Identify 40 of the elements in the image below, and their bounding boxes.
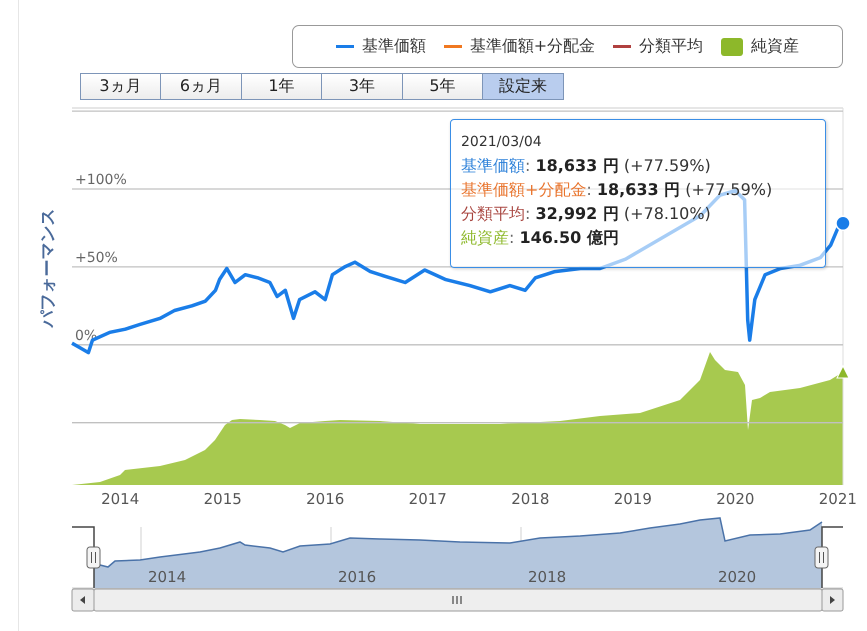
axis-label: 2014	[148, 568, 186, 586]
right-handle-icon[interactable]	[814, 546, 828, 568]
scrollbar-thumb[interactable]	[94, 588, 822, 612]
range-button[interactable]: 設定来	[482, 73, 564, 100]
range-button[interactable]: 1年	[240, 73, 322, 100]
right-arrow-icon	[830, 596, 835, 604]
legend-label[interactable]: 基準価額	[362, 36, 426, 57]
axis-label: 2015	[204, 490, 242, 508]
point-marker-icon	[835, 216, 851, 232]
tooltip-date: 2021/03/04	[461, 133, 543, 152]
left-handle-icon[interactable]	[86, 546, 100, 568]
tooltip-row-text: 基準価額+分配金: 18,633 円 (+77.59%)	[461, 179, 774, 201]
grip-icon	[452, 595, 462, 605]
axis-title: パフォーマンス	[38, 208, 58, 328]
tooltip-row-text: 分類平均: 32,992 円 (+78.10%)	[461, 203, 712, 225]
axis-label: 2016	[306, 490, 344, 508]
axis-label: 2018	[511, 490, 550, 508]
axis-label: 2014	[101, 490, 140, 508]
axis-label: 2019	[614, 490, 652, 508]
axis-label: 2020	[716, 490, 754, 508]
range-button[interactable]: 6ヵ月	[160, 73, 242, 100]
legend-label[interactable]: 分類平均	[639, 36, 704, 57]
axis-label: +100%	[75, 172, 127, 188]
axis-label: 2016	[338, 568, 376, 586]
left-arrow-icon	[80, 596, 85, 604]
legend-label[interactable]: 基準価額+分配金	[470, 36, 596, 57]
legend-label[interactable]: 純資産	[751, 36, 800, 57]
tooltip-row-text: 基準価額: 18,633 円 (+77.59%)	[461, 155, 712, 177]
range-button[interactable]: 5年	[402, 73, 484, 100]
axis-label: 2021	[818, 490, 857, 508]
axis-label: 2018	[528, 568, 566, 586]
triangle-marker-icon	[836, 364, 850, 378]
range-button[interactable]: 3年	[321, 73, 403, 100]
range-button[interactable]: 3ヵ月	[80, 73, 162, 100]
scroll-left-button[interactable]	[72, 588, 94, 612]
axis-label: +50%	[75, 250, 118, 266]
scroll-right-button[interactable]	[822, 588, 844, 612]
tooltip-row-text: 純資産: 146.50 億円	[461, 227, 620, 249]
axis-label: 2017	[408, 490, 447, 508]
axis-label: 2020	[718, 568, 756, 586]
